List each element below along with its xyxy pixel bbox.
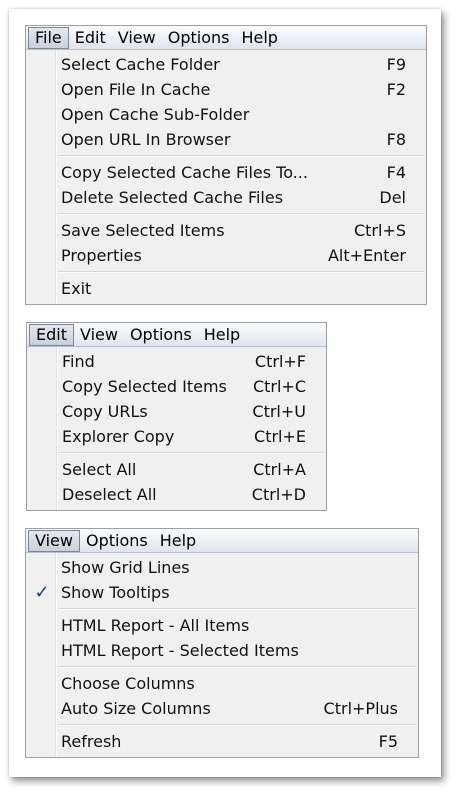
menu-separator: [26, 721, 418, 729]
menu-item-label: Save Selected Items: [61, 221, 225, 240]
menu-item-open-cache-sub-folder[interactable]: Open Cache Sub-Folder: [26, 102, 426, 127]
menu-item-label: Copy Selected Cache Files To...: [61, 163, 308, 182]
menu-bar: Edit View Options Help: [27, 323, 326, 347]
menu-item-refresh[interactable]: Refresh F5: [26, 729, 418, 754]
shortcut-label: Ctrl+A: [253, 460, 306, 479]
menu-item-label: Find: [62, 352, 95, 371]
menu-item-copy-urls[interactable]: Copy URLs Ctrl+U: [27, 399, 326, 424]
menu-item-label: Show Tooltips: [61, 583, 170, 602]
menubar-help[interactable]: Help: [235, 27, 283, 49]
shortcut-label: F2: [386, 80, 406, 99]
menu-item-label: Properties: [61, 246, 142, 265]
menu-separator: [26, 210, 426, 218]
menu-item-explorer-copy[interactable]: Explorer Copy Ctrl+E: [27, 424, 326, 449]
menu-item-label: Copy Selected Items: [62, 377, 227, 396]
menubar-view[interactable]: View: [112, 27, 162, 49]
menu-item-properties[interactable]: Properties Alt+Enter: [26, 243, 426, 268]
menubar-file[interactable]: File: [28, 26, 69, 49]
menu-separator: [26, 152, 426, 160]
menubar-view[interactable]: View: [28, 529, 80, 552]
file-menu-panel: File Edit View Options Help Select Cache Fol…: [25, 25, 427, 305]
shortcut-label: F8: [386, 130, 406, 149]
menu-item-label: Exit: [61, 279, 92, 298]
menu-item-save-selected-items[interactable]: Save Selected Items Ctrl+S: [26, 218, 426, 243]
menu-item-open-url-in-browser[interactable]: Open URL In Browser F8: [26, 127, 426, 152]
menu-item-label: Open URL In Browser: [61, 130, 231, 149]
menu-bar: View Options Help: [26, 529, 418, 553]
menu-item-label: Select Cache Folder: [61, 55, 220, 74]
menu-separator: [27, 449, 326, 457]
menu-item-open-file-in-cache[interactable]: Open File In Cache F2: [26, 77, 426, 102]
menu-item-label: Open File In Cache: [61, 80, 211, 99]
shortcut-label: F4: [386, 163, 406, 182]
menu-item-label: Deselect All: [62, 485, 157, 504]
shortcut-label: Ctrl+D: [251, 485, 306, 504]
menubar-edit[interactable]: Edit: [69, 27, 112, 49]
menubar-options[interactable]: Options: [80, 530, 154, 552]
menu-item-label: Select All: [62, 460, 137, 479]
menu-item-label: Delete Selected Cache Files: [61, 188, 284, 207]
menu-items: Show Grid Lines ✓ Show Tooltips HTML Report…: [26, 553, 418, 756]
menu-separator: [26, 605, 418, 613]
menu-item-html-report-selected-items[interactable]: HTML Report - Selected Items: [26, 638, 418, 663]
menu-item-label: HTML Report - Selected Items: [61, 641, 299, 660]
menu-item-label: Copy URLs: [62, 402, 148, 421]
menubar-options[interactable]: Options: [162, 27, 236, 49]
menu-item-choose-columns[interactable]: Choose Columns: [26, 671, 418, 696]
menu-separator: [26, 663, 418, 671]
shortcut-label: Ctrl+F: [254, 352, 306, 371]
menu-item-select-all[interactable]: Select All Ctrl+A: [27, 457, 326, 482]
menu-item-delete-selected-cache-files[interactable]: Delete Selected Cache Files Del: [26, 185, 426, 210]
menu-item-deselect-all[interactable]: Deselect All Ctrl+D: [27, 482, 326, 507]
menubar-edit[interactable]: Edit: [29, 323, 74, 346]
menu-bar: File Edit View Options Help: [26, 26, 426, 50]
menu-item-label: Show Grid Lines: [61, 558, 190, 577]
shortcut-label: Ctrl+C: [252, 377, 306, 396]
shortcut-label: F9: [386, 55, 406, 74]
menu-item-select-cache-folder[interactable]: Select Cache Folder F9: [26, 52, 426, 77]
view-menu-panel: View Options Help Show Grid Lines ✓ Show Too…: [25, 528, 419, 758]
menu-item-label: Open Cache Sub-Folder: [61, 105, 250, 124]
menu-items: Select Cache Folder F9 Open File In Cache F…: [26, 50, 426, 303]
menu-item-auto-size-columns[interactable]: Auto Size Columns Ctrl+Plus: [26, 696, 418, 721]
shortcut-label: F5: [378, 732, 398, 751]
menu-item-label: Explorer Copy: [62, 427, 175, 446]
menubar-options[interactable]: Options: [124, 324, 198, 346]
menu-item-find[interactable]: Find Ctrl+F: [27, 349, 326, 374]
shortcut-label: Alt+Enter: [327, 246, 406, 265]
menu-item-label: Auto Size Columns: [61, 699, 211, 718]
shortcut-label: Ctrl+U: [252, 402, 306, 421]
edit-menu-panel: Edit View Options Help Find Ctrl+F Copy Selec…: [26, 322, 327, 511]
menu-item-show-grid-lines[interactable]: Show Grid Lines: [26, 555, 418, 580]
menu-item-show-tooltips[interactable]: ✓ Show Tooltips: [26, 580, 418, 605]
menu-item-label: Choose Columns: [61, 674, 195, 693]
menu-separator: [26, 268, 426, 276]
shortcut-label: Del: [379, 188, 406, 207]
menu-item-copy-selected-items[interactable]: Copy Selected Items Ctrl+C: [27, 374, 326, 399]
menu-item-exit[interactable]: Exit: [26, 276, 426, 301]
shortcut-label: Ctrl+S: [353, 221, 406, 240]
checkmark-icon: ✓: [34, 582, 50, 603]
menu-items: Find Ctrl+F Copy Selected Items Ctrl+C Copy …: [27, 347, 326, 509]
menubar-view[interactable]: View: [74, 324, 124, 346]
menu-item-html-report-all-items[interactable]: HTML Report - All Items: [26, 613, 418, 638]
menubar-help[interactable]: Help: [154, 530, 202, 552]
menubar-help[interactable]: Help: [198, 324, 246, 346]
menu-item-label: Refresh: [61, 732, 122, 751]
menu-item-copy-selected-cache-files-to[interactable]: Copy Selected Cache Files To... F4: [26, 160, 426, 185]
shortcut-label: Ctrl+E: [254, 427, 306, 446]
menu-item-label: HTML Report - All Items: [61, 616, 250, 635]
shortcut-label: Ctrl+Plus: [323, 699, 398, 718]
